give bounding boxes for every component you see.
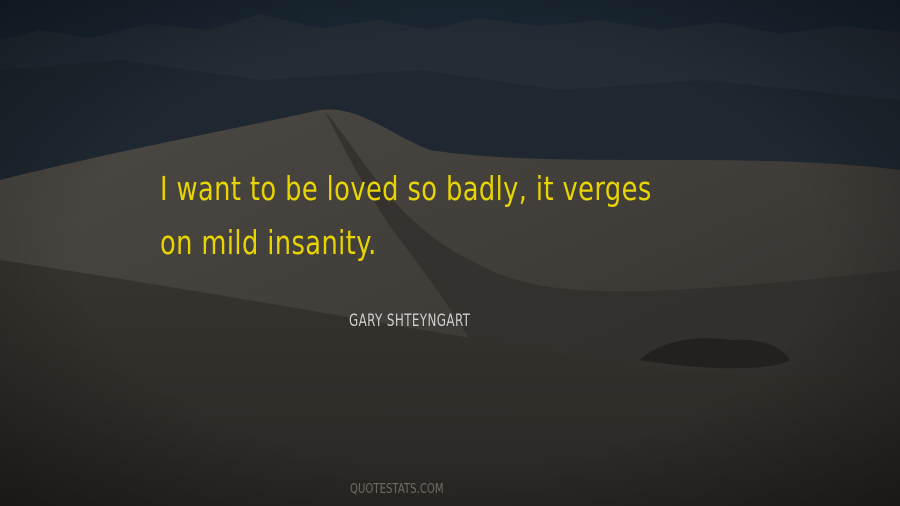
site-watermark: QUOTESTATS.COM [350,482,444,497]
quote-line-2: on mild insanity. [160,223,377,262]
quote-line-1: I want to be loved so badly, it verges [160,169,652,208]
quote-text: I want to be loved so badly, it verges o… [160,162,780,270]
author-name: GARY SHTEYNGART [349,311,471,331]
